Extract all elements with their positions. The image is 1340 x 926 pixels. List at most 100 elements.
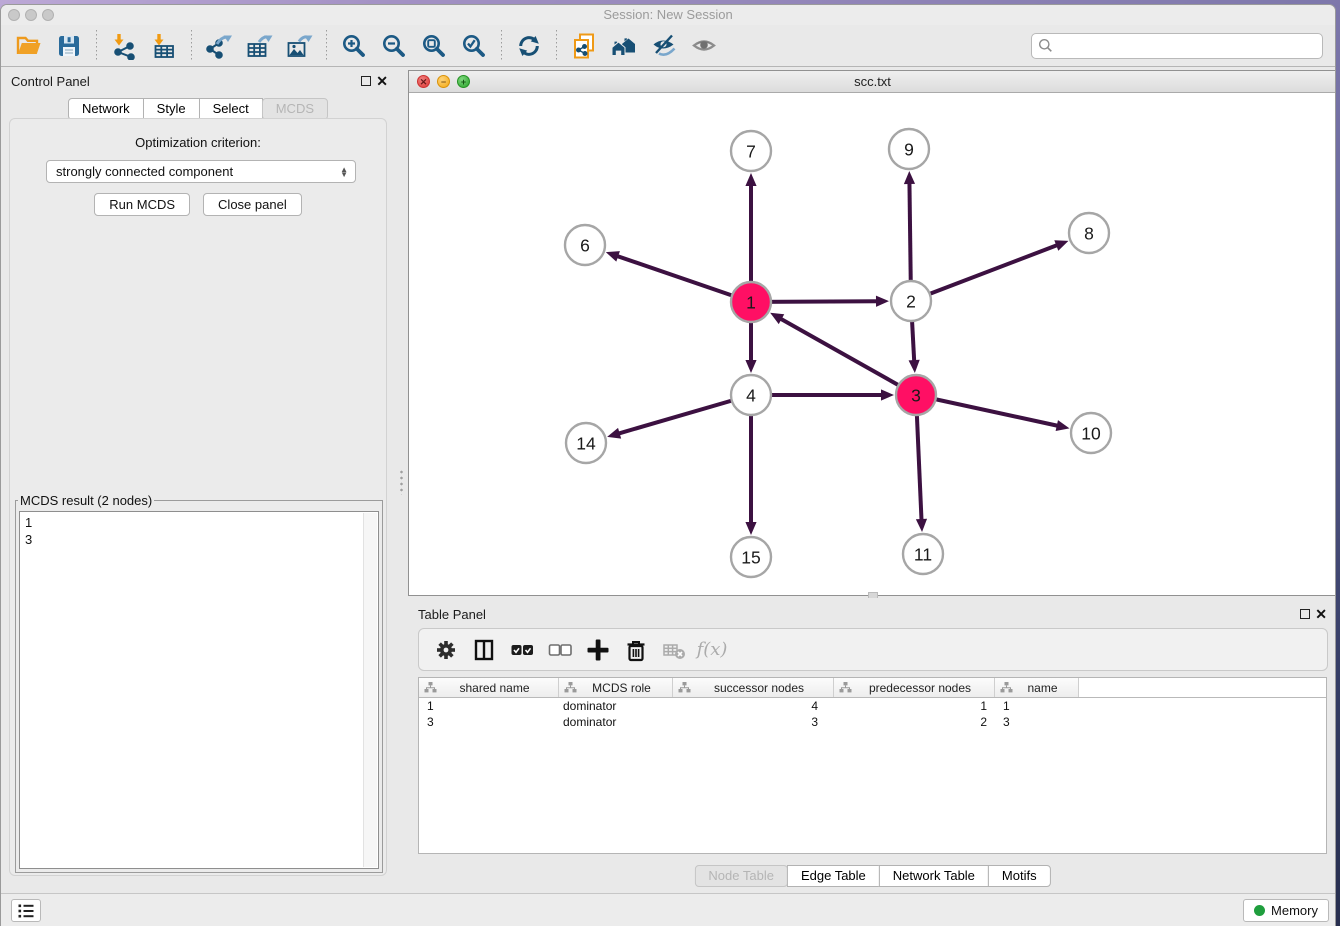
- duplicate-network-button[interactable]: [564, 28, 604, 64]
- window-zoom-button[interactable]: [42, 9, 54, 21]
- graph-node-label: 14: [576, 433, 596, 453]
- search-icon: [1038, 38, 1053, 53]
- graph-node-label: 10: [1081, 423, 1101, 443]
- window-close-button[interactable]: [8, 9, 20, 21]
- save-session-button[interactable]: [49, 28, 89, 64]
- optimization-criterion-select[interactable]: strongly connected component ▲▼: [46, 160, 356, 183]
- fx-icon: f(x): [697, 639, 728, 660]
- table-cell[interactable]: 3: [419, 714, 559, 730]
- close-panel-button[interactable]: Close panel: [203, 193, 302, 216]
- export-image-button[interactable]: [279, 28, 319, 64]
- network-window: ✕ − + scc.txt 7968124314101511: [408, 70, 1336, 596]
- window-minimize-button[interactable]: [25, 9, 37, 21]
- select-all-icon: [509, 637, 535, 663]
- import-network-button[interactable]: [104, 28, 144, 64]
- hide-labels-button[interactable]: [644, 28, 684, 64]
- graph-node-label: 15: [741, 547, 760, 567]
- optimization-criterion-label: Optimization criterion:: [10, 135, 386, 150]
- panel-splitter[interactable]: [395, 67, 408, 893]
- splitter-grip: [399, 469, 404, 495]
- graph-edge-1-6[interactable]: [616, 256, 751, 302]
- table-cell[interactable]: 1: [995, 698, 1079, 714]
- table-cell[interactable]: dominator: [559, 714, 673, 730]
- toolbar-separator: [191, 30, 192, 62]
- deselect-all-button[interactable]: [543, 633, 577, 667]
- tab-network[interactable]: Network: [68, 98, 144, 120]
- table-panel-close-button[interactable]: ✕: [1315, 606, 1327, 623]
- column-header-MCDS-role[interactable]: MCDS role: [559, 678, 673, 697]
- graph-edge-arrowhead: [909, 360, 920, 373]
- network-zoom-button[interactable]: +: [457, 75, 470, 88]
- zoom-selected-button[interactable]: [454, 28, 494, 64]
- table-row[interactable]: 1dominator411: [419, 698, 1326, 714]
- control-panel-float-button[interactable]: [361, 76, 371, 86]
- select-all-button[interactable]: [505, 633, 539, 667]
- table-panel-float-button[interactable]: [1300, 609, 1310, 619]
- memory-status-icon: [1254, 905, 1265, 916]
- export-network-icon: [205, 32, 233, 60]
- table-tabs: Node Table Edge Table Network Table Moti…: [694, 865, 1050, 887]
- open-session-button[interactable]: [9, 28, 49, 64]
- table-cell[interactable]: 3: [995, 714, 1079, 730]
- duplicate-network-icon: [570, 32, 598, 60]
- table-cell[interactable]: dominator: [559, 698, 673, 714]
- delete-table-button[interactable]: [657, 633, 691, 667]
- delete-column-button[interactable]: [619, 633, 653, 667]
- tab-network-table[interactable]: Network Table: [879, 865, 989, 887]
- columns-icon: [471, 637, 497, 663]
- graph-edge-arrowhead: [881, 389, 894, 400]
- export-table-button[interactable]: [239, 28, 279, 64]
- network-minimize-button[interactable]: −: [437, 75, 450, 88]
- mcds-result-box[interactable]: 13: [19, 511, 379, 869]
- show-all-networks-button[interactable]: [604, 28, 644, 64]
- graph-edge-3-10[interactable]: [916, 395, 1059, 426]
- tab-select[interactable]: Select: [199, 98, 263, 120]
- table-cell[interactable]: 4: [673, 698, 834, 714]
- gear-icon: [433, 637, 459, 663]
- zoom-out-button[interactable]: [374, 28, 414, 64]
- graph-edge-2-8[interactable]: [911, 245, 1058, 301]
- result-scrollbar[interactable]: [363, 513, 377, 867]
- import-network-icon: [110, 32, 138, 60]
- table-cell[interactable]: 3: [673, 714, 834, 730]
- run-mcds-button[interactable]: Run MCDS: [94, 193, 190, 216]
- table-body: 1dominator4113dominator323: [419, 698, 1326, 730]
- table-toolbar: f(x): [418, 628, 1328, 671]
- control-panel-close-button[interactable]: ✕: [376, 73, 388, 90]
- column-header-successor-nodes[interactable]: successor nodes: [673, 678, 834, 697]
- show-graphics-details-button[interactable]: [684, 28, 724, 64]
- refresh-view-button[interactable]: [509, 28, 549, 64]
- graph-node-label: 9: [904, 139, 914, 159]
- tab-mcds[interactable]: MCDS: [262, 98, 328, 120]
- tab-motifs[interactable]: Motifs: [988, 865, 1051, 887]
- table-row[interactable]: 3dominator323: [419, 714, 1326, 730]
- network-close-button[interactable]: ✕: [417, 75, 430, 88]
- deselect-all-icon: [547, 637, 573, 663]
- column-header-predecessor-nodes[interactable]: predecessor nodes: [834, 678, 995, 697]
- graph-edge-3-1[interactable]: [780, 318, 916, 395]
- column-header-name[interactable]: name: [995, 678, 1079, 697]
- zoom-fit-button[interactable]: [414, 28, 454, 64]
- mcds-result-line: 1: [25, 514, 373, 531]
- tab-node-table[interactable]: Node Table: [694, 865, 788, 887]
- attribute-tree-icon: [424, 681, 437, 694]
- table-settings-button[interactable]: [429, 633, 463, 667]
- table-cell[interactable]: 2: [834, 714, 995, 730]
- control-panel-tabs: Network Style Select MCDS: [68, 98, 328, 120]
- table-cell[interactable]: 1: [834, 698, 995, 714]
- search-input[interactable]: [1058, 38, 1316, 53]
- task-history-button[interactable]: [11, 899, 41, 922]
- memory-button[interactable]: Memory: [1243, 899, 1329, 922]
- function-builder-button[interactable]: f(x): [695, 633, 729, 667]
- tab-edge-table[interactable]: Edge Table: [787, 865, 880, 887]
- column-visibility-button[interactable]: [467, 633, 501, 667]
- zoom-in-button[interactable]: [334, 28, 374, 64]
- eye-icon: [690, 32, 718, 60]
- column-header-shared-name[interactable]: shared name: [419, 678, 559, 697]
- import-table-button[interactable]: [144, 28, 184, 64]
- table-cell[interactable]: 1: [419, 698, 559, 714]
- network-canvas[interactable]: 7968124314101511: [409, 93, 1336, 595]
- export-network-button[interactable]: [199, 28, 239, 64]
- add-column-button[interactable]: [581, 633, 615, 667]
- tab-style[interactable]: Style: [143, 98, 200, 120]
